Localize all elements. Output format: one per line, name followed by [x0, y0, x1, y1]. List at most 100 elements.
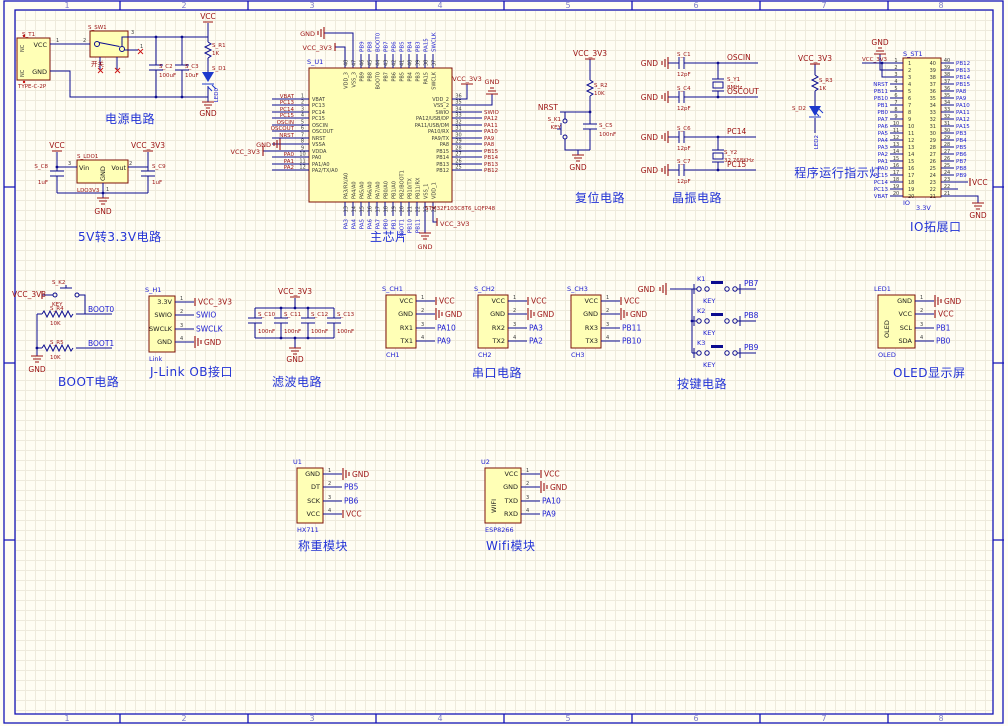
schematic-text: PB5	[956, 145, 967, 151]
schematic-canvas[interactable]: S_T1TYPE-C-2PVCCGNDNCNC1 231S_SW1开关 S_C210…	[0, 0, 1008, 726]
junction	[306, 336, 310, 340]
schematic-text: PB12	[484, 168, 498, 174]
schematic-text: 10K	[594, 91, 605, 97]
schematic-text: GND	[300, 30, 315, 38]
schematic-text: 4	[526, 508, 529, 514]
schematic-text: K2	[697, 307, 705, 315]
schematic-text: 48	[344, 60, 350, 66]
schematic-text: PB3	[956, 131, 967, 137]
schematic-text: GND	[641, 166, 658, 175]
schematic-text: VCC	[898, 310, 912, 318]
schematic-text: GND	[641, 59, 658, 68]
schematic-text: PB12	[436, 168, 449, 174]
schematic-text: 2	[908, 68, 911, 74]
schematic-text: PB11	[622, 324, 641, 333]
schematic-text: 38	[930, 75, 936, 81]
schematic-text: OSCOUT	[312, 129, 334, 135]
schematic-text: PA0	[878, 166, 889, 172]
schematic-text: 12	[299, 165, 305, 171]
schematic-text: PB5	[400, 41, 406, 52]
schematic-text: SWCLK	[432, 71, 438, 89]
schematic-text: GND	[897, 297, 912, 305]
schematic-text: PB4	[408, 72, 414, 82]
schematic-text: 38	[424, 60, 430, 66]
schematic-text: 13	[893, 142, 899, 148]
schematic-text: 10	[299, 152, 305, 158]
schematic-text: 1	[140, 44, 143, 50]
schematic-text: PA2	[284, 165, 294, 171]
schematic-text: 8	[301, 139, 304, 145]
schematic-text: 主芯片	[370, 230, 408, 244]
schematic-text: GND	[32, 68, 47, 76]
schematic-text: 程序运行指示灯	[794, 165, 882, 180]
schematic-text: VCC_3V3	[798, 54, 832, 63]
schematic-text: 18	[908, 180, 914, 186]
schematic-text: PA15	[424, 72, 430, 84]
schematic-text: BOOT0	[88, 305, 114, 314]
schematic-text: PA7/A0	[376, 181, 382, 199]
schematic-text: GND	[638, 285, 655, 294]
schematic-text: 10	[908, 124, 914, 130]
reset-circuit[interactable]	[557, 58, 597, 162]
schematic-text: Link	[149, 355, 163, 363]
key-cap	[711, 345, 723, 348]
led-diode	[202, 72, 214, 82]
schematic-text: 7	[821, 1, 826, 10]
schematic-text: 4	[437, 1, 442, 10]
schematic-text: VSSA	[312, 142, 326, 148]
schematic-text: VCC	[346, 510, 362, 519]
schematic-text: 开关	[91, 59, 105, 68]
schematic-text: 1	[180, 296, 183, 302]
schematic-text: PB1	[392, 219, 398, 230]
schematic-text: PB7	[744, 279, 759, 288]
key-contact	[724, 350, 730, 356]
schematic-text: PC15	[874, 173, 889, 179]
schematic-text: 23	[944, 177, 950, 183]
schematic-text: BOOT0	[376, 32, 382, 52]
schematic-text: S_U1	[307, 58, 323, 66]
schematic-text: 1K	[819, 86, 826, 92]
run-indicator-circuit[interactable]	[809, 63, 824, 133]
schematic-text: VCC	[491, 297, 505, 305]
schematic-text: PA10	[542, 497, 561, 506]
crystal-8mhz[interactable]	[712, 81, 724, 89]
schematic-text: PA8	[956, 89, 967, 95]
filter-circuit[interactable]	[248, 296, 341, 355]
schematic-text: PA10	[484, 129, 498, 135]
schematic-text: GND	[28, 365, 45, 374]
schematic-text: PA3/RX/A0	[344, 173, 350, 199]
schematic-text: GND	[944, 297, 961, 306]
schematic-text: TXD	[504, 497, 518, 505]
schematic-text: 5V转3.3V电路	[78, 229, 162, 244]
crystal-32khz[interactable]	[712, 152, 724, 160]
schematic-text: 17	[376, 206, 382, 212]
schematic-text: VCC	[33, 41, 47, 49]
schematic-text: PA3	[529, 324, 543, 333]
schematic-text: 100uF	[159, 73, 176, 79]
schematic-text: J-Link OB接口	[149, 364, 233, 379]
schematic-text: S_T1	[22, 32, 35, 38]
schematic-text: GND	[537, 310, 554, 319]
junction	[35, 346, 39, 350]
schematic-text: GND	[490, 310, 505, 318]
schematic-text: 36	[930, 89, 936, 95]
schematic-text: 1K	[212, 51, 219, 57]
schematic-text: PB6	[392, 72, 398, 82]
schematic-text: PB8	[956, 166, 967, 172]
schematic-text: S_LDO1	[77, 154, 98, 160]
schematic-text: 39	[944, 65, 950, 71]
schematic-text: VCC_3V3	[862, 57, 887, 63]
schematic-text: PB10	[874, 96, 889, 102]
schematic-text: PA1	[878, 159, 888, 165]
schematic-text: PB12	[956, 61, 970, 67]
schematic-text: PA0	[312, 155, 321, 161]
schematic-text: 2	[513, 308, 516, 314]
schematic-text: 29	[930, 138, 936, 144]
schematic-text: 37	[432, 60, 438, 66]
schematic-text: 15	[893, 156, 899, 162]
schematic-text: S_C1	[677, 52, 691, 58]
schematic-text: NRST	[873, 82, 888, 88]
schematic-text: 16	[368, 206, 374, 212]
schematic-text: GND	[445, 310, 462, 319]
key-buttons-circuit[interactable]	[659, 281, 756, 358]
